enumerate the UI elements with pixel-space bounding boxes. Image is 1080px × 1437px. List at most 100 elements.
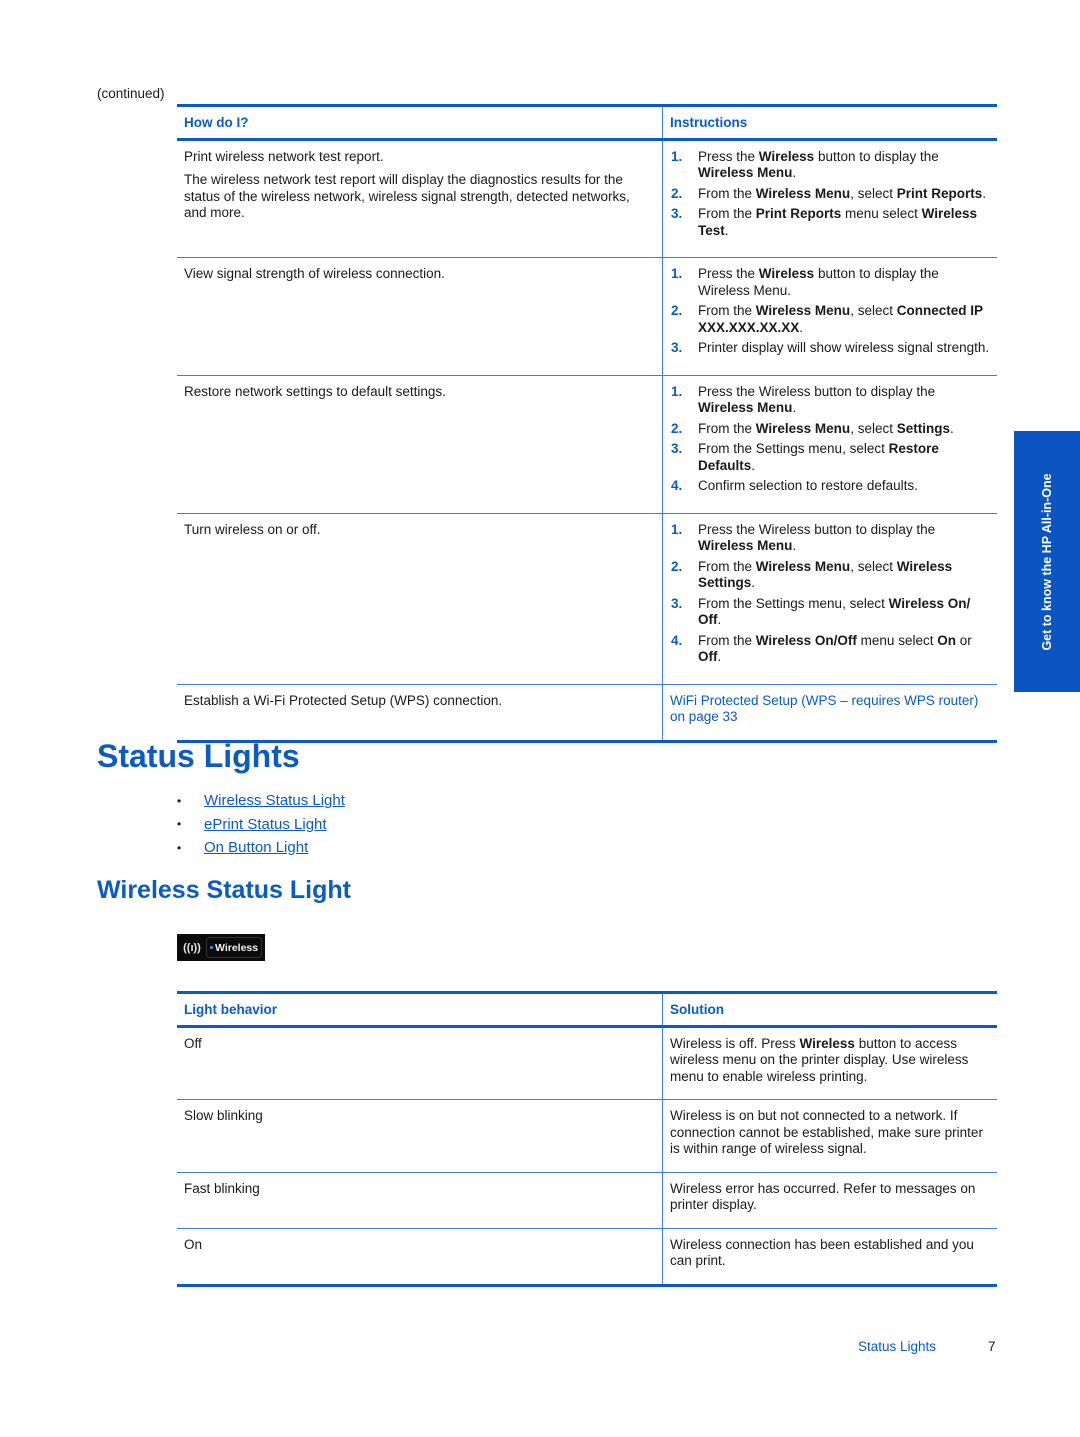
bold-term: Wireless Menu — [698, 538, 793, 553]
text-run: Press the Wireless button to display the — [698, 383, 936, 399]
wireless-button-image: ((ı)) Wireless — [177, 934, 265, 961]
text-run: From the — [698, 206, 756, 221]
chapter-side-tab: Get to know the HP All-in-One — [1014, 431, 1080, 692]
text-run: Wireless connection has been established… — [670, 1236, 974, 1269]
bold-term: Wireless — [758, 148, 815, 164]
bold-term: Print Reports — [755, 206, 842, 221]
step-number: 3. — [671, 595, 683, 611]
step-number: 2. — [671, 303, 683, 318]
text-run: Press the — [698, 148, 759, 164]
step-item: 4. From the Wireless On/Off menu select O… — [670, 633, 990, 666]
text-run: , select — [850, 420, 897, 436]
text-run: . — [717, 649, 722, 664]
steps-list: 1. Press the Wireless button to display t… — [670, 149, 990, 240]
solution-cell: Wireless is on but not connected to a ne… — [663, 1100, 998, 1173]
step-item: 4. Confirm selection to restore defaults. — [670, 478, 990, 495]
text-run: . — [792, 538, 797, 553]
light-behavior-cell: Off — [177, 1026, 663, 1100]
text-run: Press the — [698, 266, 759, 281]
table-row: Slow blinking Wireless is on but not conn… — [177, 1099, 998, 1173]
text-run: . — [751, 457, 756, 473]
side-tab-label: Get to know the HP All-in-One — [1040, 472, 1054, 651]
bold-term: Off — [698, 649, 718, 664]
table-row: Print wireless network test report. The w… — [177, 139, 997, 258]
bold-term: Wireless On/Off — [755, 632, 857, 648]
header-solution: Solution — [670, 1002, 724, 1017]
bold-term: Wireless Menu — [755, 558, 851, 574]
step-item: 1. Press the Wireless button to display t… — [670, 384, 990, 417]
light-behavior-cell: Fast blinking — [177, 1172, 663, 1228]
question-cell: Turn wireless on or off. — [177, 513, 663, 684]
text-run: button to display the — [814, 148, 939, 164]
table-header-row: How do I? Instructions — [177, 105, 997, 139]
table-row: Off Wireless is off. Press Wireless butto… — [177, 1026, 997, 1100]
bold-term: Wireless Menu — [698, 400, 793, 415]
light-behavior-cell: Slow blinking — [177, 1099, 663, 1172]
bold-term: Wireless Menu — [698, 165, 793, 180]
instructions-cell: 1. Press the Wireless button to display t… — [663, 513, 998, 684]
step-number: 1. — [671, 266, 683, 281]
text-run: menu select — [841, 206, 922, 221]
step-item: 3. From the Print Reports menu select Wir… — [670, 206, 990, 239]
text-run: Confirm selection to restore defaults. — [698, 478, 918, 493]
text-run: or — [955, 632, 972, 648]
instructions-cell: WiFi Protected Setup (WPS – requires WPS… — [663, 684, 998, 741]
step-item: 3. From the Settings menu, select Wireles… — [670, 596, 990, 629]
question-text: Print wireless network test report. — [184, 148, 384, 164]
continued-label: (continued) — [97, 86, 165, 101]
text-run: From the — [698, 185, 756, 201]
text-run: . — [799, 319, 804, 335]
text-run: , select — [850, 185, 897, 201]
solution-cell: Wireless connection has been established… — [663, 1228, 998, 1285]
step-number: 2. — [671, 420, 683, 436]
light-behavior-cell: On — [177, 1228, 663, 1285]
section-title: Status Lights — [97, 738, 300, 774]
subsection-title: Wireless Status Light — [97, 876, 351, 904]
step-number: 1. — [671, 148, 683, 164]
step-number: 1. — [671, 383, 683, 399]
question-text: View signal strength of wireless connect… — [184, 266, 445, 281]
steps-list: 1. Press the Wireless button to display t… — [670, 384, 990, 495]
header-instructions: Instructions — [670, 115, 748, 130]
bullet-icon: • — [177, 793, 182, 808]
step-number: 2. — [671, 185, 683, 201]
text-run: . — [949, 420, 954, 436]
step-number: 3. — [671, 206, 683, 221]
toc-item: • Wireless Status Light — [177, 789, 345, 813]
bold-term: Wireless Menu — [755, 185, 851, 201]
step-number: 4. — [671, 632, 683, 648]
step-number: 1. — [671, 521, 683, 537]
page-number: 7 — [988, 1339, 996, 1354]
text-run: , select — [850, 558, 897, 574]
step-number: 3. — [671, 441, 683, 456]
steps-list: 1. Press the Wireless button to display t… — [670, 266, 990, 357]
step-item: 2. From the Wireless Menu, select Connect… — [670, 303, 990, 336]
toc-link-eprint-status-light[interactable]: ePrint Status Light — [204, 816, 327, 833]
text-run: Wireless error has occurred. Refer to me… — [670, 1180, 976, 1213]
text-run: , select — [850, 303, 897, 318]
step-item: 1. Press the Wireless button to display t… — [670, 522, 990, 555]
step-number: 3. — [671, 340, 683, 355]
question-text: Establish a Wi-Fi Protected Setup (WPS) … — [184, 692, 503, 708]
question-text: Turn wireless on or off. — [184, 521, 321, 537]
wireless-antenna-icon: ((ı)) — [183, 941, 201, 954]
text-run: From the — [698, 558, 756, 574]
bold-term: Wireless Menu — [755, 303, 851, 318]
instructions-cell: 1. Press the Wireless button to display t… — [663, 375, 998, 513]
text-run: Wireless is on but not connected to a ne… — [670, 1108, 983, 1156]
bold-term: Wireless — [758, 266, 815, 281]
instructions-cell: 1. Press the Wireless button to display t… — [663, 139, 998, 258]
question-note: The wireless network test report will di… — [184, 172, 630, 220]
text-run: Printer display will show wireless signa… — [698, 340, 990, 355]
step-item: 3. From the Settings menu, select Restore… — [670, 441, 990, 474]
table-row: View signal strength of wireless connect… — [177, 257, 997, 375]
step-item: 3. Printer display will show wireless sig… — [670, 340, 990, 357]
wps-page-link[interactable]: WiFi Protected Setup (WPS – requires WPS… — [670, 693, 978, 725]
table-row: On Wireless connection has been establish… — [177, 1228, 997, 1285]
toc-link-on-button-light[interactable]: On Button Light — [204, 839, 308, 856]
question-cell: Establish a Wi-Fi Protected Setup (WPS) … — [177, 684, 663, 741]
toc-link-wireless-status-light[interactable]: Wireless Status Light — [204, 792, 345, 809]
toc-item: • ePrint Status Light — [177, 813, 345, 837]
text-run: . — [982, 185, 986, 201]
table-row: Restore network settings to default sett… — [177, 375, 997, 513]
